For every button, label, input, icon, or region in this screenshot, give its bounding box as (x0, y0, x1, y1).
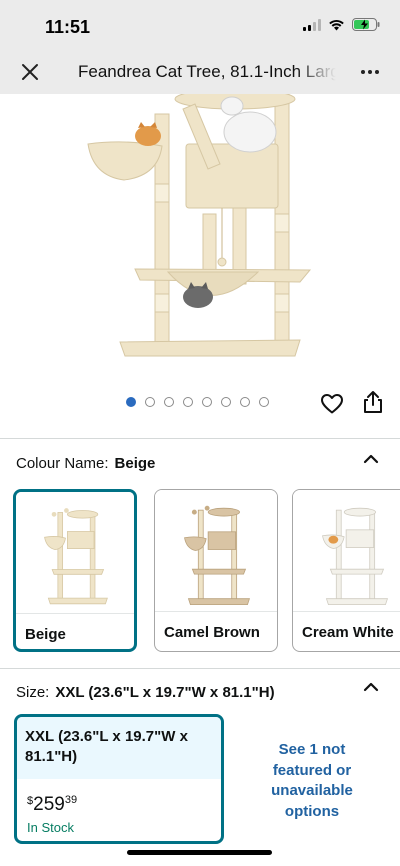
share-icon[interactable] (362, 390, 384, 414)
price-fraction: 39 (64, 794, 78, 806)
colour-thumbnail (16, 492, 134, 613)
size-row: Size: XXL (23.6"L x 19.7"W x 81.1"H) (16, 684, 275, 701)
pagination-dot[interactable] (164, 397, 174, 407)
more-horizontal-icon[interactable] (358, 60, 382, 84)
colour-value: Beige (114, 455, 156, 472)
see-unavailable-options-link[interactable]: See 1 not featured or unavailable option… (252, 740, 372, 822)
wifi-icon (329, 19, 344, 30)
pagination-dot[interactable] (126, 397, 136, 407)
status-time: 11:51 (45, 17, 91, 37)
chevron-up-icon[interactable] (363, 454, 379, 464)
colour-name-row: Colour Name: Beige (16, 455, 155, 472)
colour-option-label: Beige (25, 626, 66, 643)
divider (155, 611, 277, 612)
pagination-dot[interactable] (202, 397, 212, 407)
chevron-up-icon[interactable] (363, 682, 379, 692)
cat-tree-illustration (87, 94, 312, 357)
colour-option-label: Camel Brown (164, 624, 260, 641)
pagination-dot[interactable] (240, 397, 250, 407)
pagination-dot[interactable] (221, 397, 231, 407)
colour-option-label: Cream White (302, 624, 394, 641)
size-option-xxl[interactable]: XXL (23.6"L x 19.7"W x 81.1"H) $25939 In… (14, 714, 224, 844)
size-option-title: XXL (23.6"L x 19.7"W x 81.1"H) (17, 717, 221, 779)
status-bar: 11:51 (0, 0, 400, 50)
size-value: XXL (23.6"L x 19.7"W x 81.1"H) (55, 684, 275, 701)
divider (16, 613, 134, 614)
heart-outline-icon[interactable] (320, 392, 344, 416)
divider (293, 611, 400, 612)
battery-charging-icon (352, 18, 380, 31)
colour-label: Colour Name: (16, 455, 109, 472)
status-icons (303, 18, 380, 31)
colour-thumbnail (155, 490, 277, 611)
divider (0, 668, 400, 669)
price-whole: 259 (33, 794, 65, 815)
nav-bar: Feandrea Cat Tree, 81.1-Inch Large Cat T… (0, 50, 400, 94)
pagination-dot[interactable] (183, 397, 193, 407)
size-label: Size: (16, 684, 50, 701)
image-pagination (126, 397, 269, 407)
pagination-dot[interactable] (145, 397, 155, 407)
price: $25939 (27, 794, 77, 816)
divider (0, 438, 400, 439)
signal-icon (303, 18, 321, 31)
colour-option-cream-white[interactable]: Cream White (292, 489, 400, 652)
colour-thumbnail (293, 490, 400, 611)
stock-status: In Stock (27, 820, 74, 835)
colour-option-camel-brown[interactable]: Camel Brown (154, 489, 278, 652)
product-image[interactable] (0, 94, 400, 384)
home-indicator (127, 850, 272, 855)
page-title: Feandrea Cat Tree, 81.1-Inch Large Cat T… (78, 62, 336, 82)
colour-option-beige[interactable]: Beige (13, 489, 137, 652)
pagination-dot[interactable] (259, 397, 269, 407)
close-icon[interactable] (18, 60, 42, 84)
